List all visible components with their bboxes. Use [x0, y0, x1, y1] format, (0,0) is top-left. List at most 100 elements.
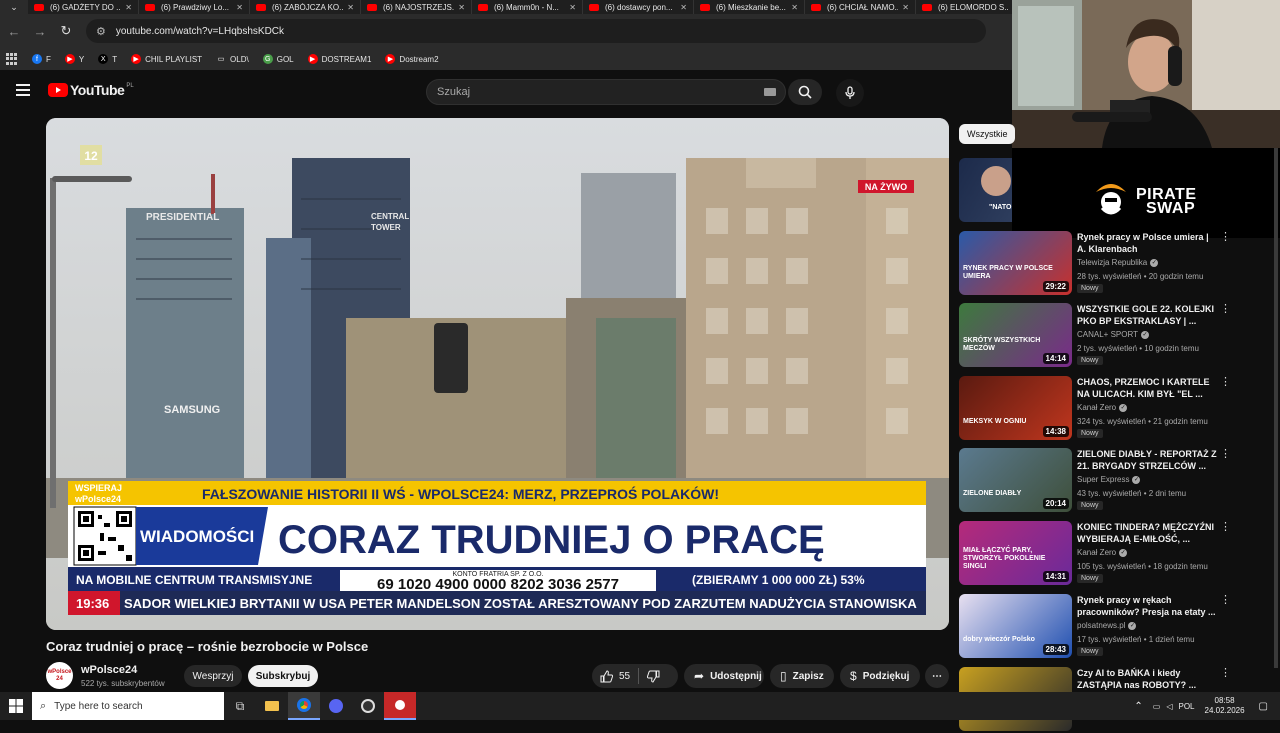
tray-chevron-icon[interactable]: ⌃	[1134, 701, 1142, 712]
bookmark-label: Y	[78, 54, 85, 64]
thanks-label: Podziękuj	[862, 670, 910, 682]
menu-icon[interactable]	[16, 84, 30, 96]
browser-tab[interactable]: (6) Mieszkanie be... ✕	[694, 0, 805, 14]
thanks-dollar-icon: $	[850, 669, 857, 683]
recommendation-meta: 28 tys. wyświetleń • 20 godzin temu	[1077, 272, 1204, 281]
search-button[interactable]	[788, 79, 822, 105]
video-duration: 14:38	[1042, 426, 1069, 437]
close-tab-icon[interactable]: ✕	[680, 3, 687, 12]
recommendation-item[interactable]: dobry wieczór Polsko 28:43 Rynek pracy w r…	[959, 594, 1274, 660]
tab-title: (6) Prawdziwy Lo...	[161, 2, 230, 12]
site-info-icon[interactable]: ⚙	[96, 25, 106, 38]
youtube-favicon-icon	[700, 3, 710, 11]
discord-icon[interactable]	[320, 692, 352, 720]
browser-tab[interactable]: (6) ELOMORDO S...✕	[916, 0, 1027, 14]
tab-search-chevron-icon[interactable]: ⌄	[0, 0, 28, 14]
browser-tab[interactable]: (6) Mamm0n - N... ✕	[472, 0, 583, 14]
browser-tab[interactable]: (6) Prawdziwy Lo... ✕	[139, 0, 250, 14]
more-options-icon[interactable]: ⋮	[1220, 594, 1231, 606]
traffic-light	[434, 323, 468, 393]
browser-tab[interactable]: (6) CHCIAŁ NAMO... ✕	[805, 0, 916, 14]
voice-search-button[interactable]	[836, 79, 864, 107]
windows-taskbar: ⌕ Type here to search ⧉ ⌃ ▭ ◁ POL 08:58 …	[0, 692, 1280, 720]
youtube-logo[interactable]: YouTube PL	[48, 82, 134, 98]
close-tab-icon[interactable]: ✕	[902, 3, 909, 12]
recommendation-item[interactable]: ZIELONE DIABŁY 20:14 ZIELONE DIABŁY - REPO…	[959, 448, 1274, 514]
video-duration: 20:14	[1042, 498, 1069, 509]
more-options-icon[interactable]: ⋮	[1220, 303, 1231, 315]
youtube-play-icon	[48, 83, 68, 97]
apps-grid-icon[interactable]	[6, 53, 18, 65]
clock[interactable]: 08:58 24.02.2026	[1205, 696, 1245, 716]
close-tab-icon[interactable]: ✕	[569, 3, 576, 12]
recommendation-item[interactable]: MEKSYK W OGNIU 14:38 CHAOS, PRZEMOC I KART…	[959, 376, 1274, 442]
video-player[interactable]: PRESIDENTIAL CENTRAL TOWER SAMSUNG 12 NA…	[46, 118, 949, 630]
share-button[interactable]: ➦ Udostępnij	[684, 664, 764, 688]
bookmark-item[interactable]: ▶ CHIL PLAYLIST	[131, 54, 202, 64]
recommendation-item[interactable]: SKRÓTY WSZYSTKICH MECZÓW 14:14 WSZYSTKIE G…	[959, 303, 1274, 369]
close-tab-icon[interactable]: ✕	[458, 3, 465, 12]
microphone-icon	[845, 86, 855, 99]
reload-icon[interactable]: ↻	[54, 19, 78, 43]
bookmark-item[interactable]: fF	[32, 54, 51, 64]
browser-tab[interactable]: (6) ZABÓJCZA KO... ✕	[250, 0, 361, 14]
network-icon[interactable]: ▭	[1153, 702, 1161, 711]
close-tab-icon[interactable]: ✕	[125, 3, 132, 12]
more-actions-button[interactable]: ⋯	[925, 664, 949, 688]
country-code: PL	[126, 83, 134, 89]
support-button[interactable]: Wesprzyj	[184, 665, 242, 687]
browser-tab[interactable]: (6) NAJOSTRZEJS... ✕	[361, 0, 472, 14]
recommendation-thumbnail: dobry wieczór Polsko 28:43	[959, 594, 1072, 658]
bookmark-item[interactable]: ▶ DOSTREAM1	[307, 54, 371, 64]
thumbs-up-icon	[600, 669, 613, 682]
taskbar-search-input[interactable]: ⌕ Type here to search	[32, 692, 224, 720]
forward-icon[interactable]: →	[28, 19, 52, 43]
recommendation-channel-name: polsatnews.pl	[1077, 621, 1126, 630]
logo-text: YouTube	[70, 82, 125, 98]
task-view-icon[interactable]: ⧉	[224, 692, 256, 720]
browser-tab[interactable]: (6) GADŻETY DO ... ✕	[28, 0, 139, 14]
more-options-icon[interactable]: ⋮	[1220, 521, 1231, 533]
back-icon[interactable]: ←	[2, 19, 26, 43]
search-input[interactable]: Szukaj	[426, 79, 786, 105]
save-button[interactable]: ▯ Zapisz	[770, 664, 834, 688]
address-bar[interactable]: ⚙ youtube.com/watch?v=LHqbshsKDCk	[86, 19, 986, 43]
channel-avatar[interactable]: wPolsce 24	[46, 662, 73, 689]
recommendation-item[interactable]: MIAŁ ŁĄCZYĆ PARY, STWORZYŁ POKOLENIE SIN…	[959, 521, 1274, 587]
volume-icon[interactable]: ◁	[1166, 702, 1172, 711]
more-options-icon[interactable]: ⋮	[1220, 667, 1231, 679]
close-tab-icon[interactable]: ✕	[236, 3, 243, 12]
recommendation-item[interactable]: RYNEK PRACY W POLSCE UMIERA 29:22 Rynek pr…	[959, 231, 1274, 297]
channel-name[interactable]: wPolsce24	[81, 664, 137, 676]
close-tab-icon[interactable]: ✕	[347, 3, 354, 12]
bookmark-icon: ▯	[780, 669, 787, 683]
close-tab-icon[interactable]: ✕	[791, 3, 798, 12]
file-explorer-icon[interactable]	[256, 692, 288, 720]
news-lower-third: WSPIERAJ wPolsce24 FAŁSZOWANIE HISTORII …	[68, 481, 926, 615]
start-button[interactable]	[0, 692, 32, 720]
obs-icon[interactable]	[352, 692, 384, 720]
language-indicator[interactable]: POL	[1178, 702, 1194, 711]
chrome-icon[interactable]	[288, 692, 320, 720]
more-options-icon[interactable]: ⋮	[1220, 448, 1231, 460]
search-icon	[798, 85, 812, 99]
live-badge-text: NA ŻYWO	[865, 182, 907, 192]
bookmark-item[interactable]: ▶ Dostream2	[385, 54, 439, 64]
subscribe-button[interactable]: Subskrybuj	[248, 665, 318, 687]
filter-chip-all[interactable]: Wszystkie	[959, 124, 1015, 144]
bookmark-item[interactable]: XT	[98, 54, 117, 64]
bookmark-item[interactable]: G GOL	[262, 54, 294, 64]
youtube-favicon-icon	[589, 3, 599, 11]
bookmark-item[interactable]: ▶ Y	[64, 54, 85, 64]
browser-tab[interactable]: (6) dostawcy pon... ✕	[583, 0, 694, 14]
dislike-button[interactable]	[639, 664, 668, 688]
notifications-icon[interactable]: ▢	[1259, 701, 1268, 712]
more-options-icon[interactable]: ⋮	[1220, 376, 1231, 388]
like-button[interactable]: 55	[592, 664, 638, 688]
streaming-app-icon[interactable]	[384, 692, 416, 720]
thanks-button[interactable]: $ Podziękuj	[840, 664, 920, 688]
more-options-icon[interactable]: ⋮	[1220, 231, 1231, 243]
keyboard-icon[interactable]	[764, 88, 776, 96]
bookmark-item[interactable]: ▭ OLD\	[216, 54, 249, 64]
sidebar-scrollbar[interactable]	[1274, 148, 1278, 668]
